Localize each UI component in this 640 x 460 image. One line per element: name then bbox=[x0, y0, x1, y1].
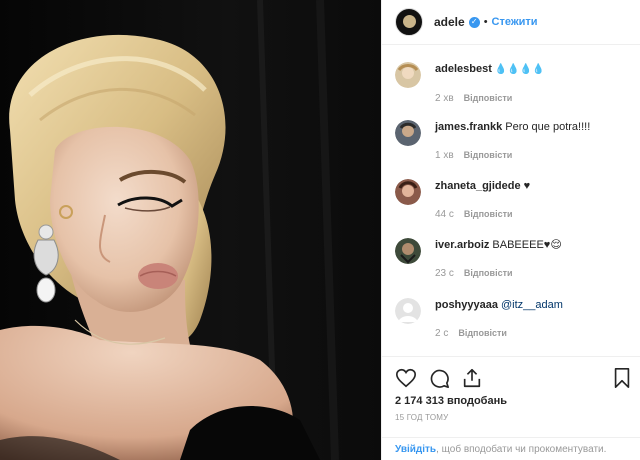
action-icons bbox=[395, 367, 635, 391]
post-time: 15 ГОД ТОМУ bbox=[395, 413, 449, 422]
commenter-avatar[interactable] bbox=[395, 298, 421, 324]
post-sidebar: adele ✓ • Стежити adelesbest 💧💧💧💧 2 хв Від… bbox=[381, 0, 640, 460]
reply-button[interactable]: Відповісти bbox=[464, 209, 513, 219]
comment-mention[interactable]: @itz__adam bbox=[501, 299, 563, 311]
share-icon[interactable] bbox=[461, 367, 483, 389]
reply-button[interactable]: Відповісти bbox=[464, 93, 513, 103]
comment-username[interactable]: iver.arboiz bbox=[435, 239, 489, 251]
comment-time: 23 с bbox=[435, 268, 454, 279]
comment-emoji: 💧💧💧💧 bbox=[494, 64, 545, 75]
comment-username[interactable]: adelesbest bbox=[435, 63, 492, 75]
author-username[interactable]: adele bbox=[434, 15, 465, 29]
separator-dot: • bbox=[483, 16, 488, 28]
verified-badge-icon: ✓ bbox=[468, 16, 480, 28]
comment-username[interactable]: james.frankk bbox=[435, 121, 502, 133]
commenter-avatar[interactable] bbox=[395, 120, 421, 146]
commenter-avatar[interactable] bbox=[395, 179, 421, 205]
comment-time: 2 с bbox=[435, 328, 449, 339]
login-link[interactable]: Увійдіть bbox=[395, 444, 436, 455]
post-photo[interactable] bbox=[0, 0, 381, 460]
login-text: , щоб вподобати чи прокоментувати. bbox=[436, 444, 607, 455]
comment-username[interactable]: zhaneta_gjidede bbox=[435, 180, 521, 192]
bookmark-icon[interactable] bbox=[611, 367, 633, 389]
comment-icon[interactable] bbox=[428, 367, 450, 389]
reply-button[interactable]: Відповісти bbox=[458, 328, 507, 338]
comment-time: 2 хв bbox=[435, 93, 454, 104]
reply-button[interactable]: Відповісти bbox=[464, 150, 513, 160]
comment-text: Pero que potra!!!! bbox=[505, 121, 591, 133]
comment-username[interactable]: poshyyyaaa bbox=[435, 299, 498, 311]
post-actions: 2 174 313 вподобань 15 ГОД ТОМУ Увійдіть… bbox=[382, 356, 640, 460]
comment-text: BABEEEE bbox=[492, 239, 544, 251]
commenter-avatar[interactable] bbox=[395, 238, 421, 264]
comment-time: 1 хв bbox=[435, 150, 454, 161]
comment-emoji: ♥😌 bbox=[543, 239, 562, 251]
portrait-image bbox=[0, 0, 381, 460]
login-prompt: Увійдіть, щоб вподобати чи прокоментуват… bbox=[382, 437, 640, 460]
likes-count[interactable]: 2 174 313 вподобань bbox=[395, 395, 507, 407]
commenter-avatar[interactable] bbox=[395, 62, 421, 88]
comment-emoji: ♥ bbox=[523, 180, 531, 192]
instagram-post: adele ✓ • Стежити adelesbest 💧💧💧💧 2 хв Від… bbox=[0, 0, 640, 460]
comment-time: 44 с bbox=[435, 209, 454, 220]
heart-icon[interactable] bbox=[395, 367, 417, 389]
post-header: adele ✓ • Стежити bbox=[382, 0, 640, 45]
comments-list[interactable]: adelesbest 💧💧💧💧 2 хв Відповісти james.fran… bbox=[382, 46, 640, 358]
author-avatar[interactable] bbox=[395, 8, 423, 36]
follow-button[interactable]: Стежити bbox=[492, 16, 538, 28]
reply-button[interactable]: Відповісти bbox=[464, 268, 513, 278]
